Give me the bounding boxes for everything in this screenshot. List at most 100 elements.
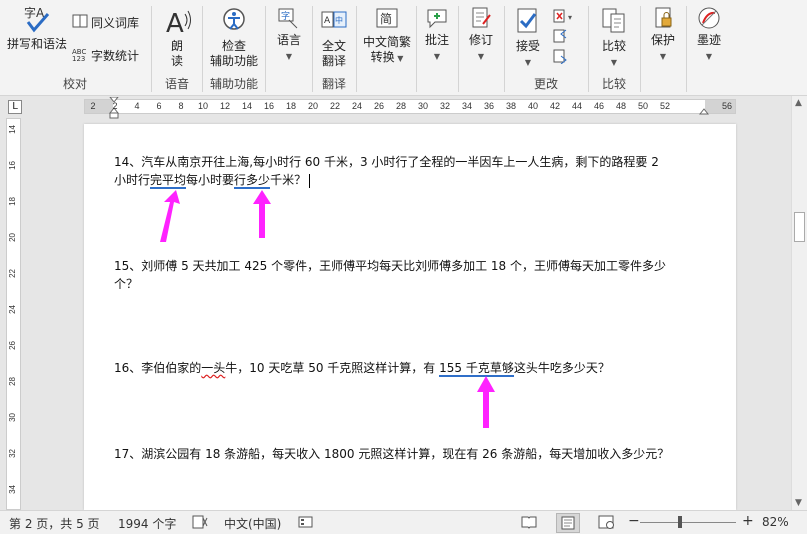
q16-line: 16、李伯伯家的一头牛，10 天吃草 50 千克照这样计算，有 155 千克草够… bbox=[114, 359, 714, 377]
horizontal-ruler[interactable]: 2 2 4 6 8 10 12 14 16 18 20 22 24 26 28 30 32 34 36 38 40 42 4… bbox=[84, 97, 736, 119]
scroll-thumb[interactable] bbox=[794, 212, 805, 242]
comment-button[interactable]: 批注 ▼ bbox=[419, 6, 455, 64]
proofing-status-icon[interactable] bbox=[192, 515, 208, 532]
ruler-row: L 2 2 4 6 8 10 12 14 16 18 20 22 24 26 28 30 32 34 36 38 40 4… bbox=[0, 96, 807, 119]
spelling-grammar-button[interactable]: 字A 拼写和语法 bbox=[4, 4, 70, 52]
chevron-down-icon: ▼ bbox=[433, 52, 441, 61]
web-layout-icon[interactable] bbox=[598, 515, 616, 532]
scroll-down-icon[interactable]: ▼ bbox=[795, 498, 802, 508]
svg-text:中: 中 bbox=[335, 15, 343, 25]
ruler-tick: 22 bbox=[329, 101, 341, 111]
ruler-tick: 46 bbox=[593, 101, 605, 111]
comment-icon bbox=[425, 6, 449, 30]
right-indent-marker-icon[interactable] bbox=[699, 107, 709, 115]
accessibility-group: 检查 辅助功能 辅助功能 bbox=[203, 0, 265, 96]
q14-line-2: 小时行完平均每小时要行多少千米？ bbox=[114, 171, 714, 189]
ruler-tick: 52 bbox=[659, 101, 671, 111]
chevron-down-icon: ▼ bbox=[394, 54, 404, 63]
vertical-scrollbar[interactable]: ▲ ▼ bbox=[791, 96, 807, 510]
chinese-conversion-icon: 简 bbox=[374, 6, 400, 32]
question-15[interactable]: 15、刘师傅 5 天共加工 425 个零件，王师傅平均每天比刘师傅多加工 18 … bbox=[114, 257, 714, 293]
read-mode-icon[interactable] bbox=[520, 515, 538, 532]
accessibility-icon bbox=[219, 6, 249, 36]
reject-button[interactable]: ▾ bbox=[553, 8, 579, 27]
language-button[interactable]: 字 语言 ▼ bbox=[268, 6, 310, 64]
language-label: 语言 bbox=[276, 33, 301, 47]
tab-selector[interactable]: L bbox=[8, 100, 22, 114]
svg-text:A: A bbox=[166, 9, 184, 36]
check-accessibility-button[interactable]: 检查 辅助功能 bbox=[205, 6, 263, 69]
track-changes-group: 修订 ▼ bbox=[459, 0, 503, 96]
lock-icon bbox=[651, 6, 675, 30]
compare-label: 比较 bbox=[601, 39, 626, 53]
vertical-ruler-tick: 14 bbox=[8, 125, 17, 134]
word-count-icon: ABC 123 bbox=[72, 46, 88, 66]
zoom-out-button[interactable]: − bbox=[628, 513, 640, 529]
language-icon: 字 bbox=[277, 6, 301, 30]
document-page[interactable]: 14、汽车从南京开往上海,每小时行 60 千米，3 小时行了全程的一半因车上一人… bbox=[84, 124, 736, 510]
read-label-1: 朗 bbox=[170, 39, 183, 53]
ribbon: 字A 拼写和语法 同义词库 ABC 123 字数统计 校对 A 朗 读 语音 检… bbox=[0, 0, 807, 96]
svg-text:简: 简 bbox=[380, 12, 392, 26]
grammar-flag-1[interactable]: 完平均 bbox=[150, 173, 187, 189]
q14-text-a: 小时行 bbox=[114, 173, 151, 187]
accept-label: 接受 bbox=[515, 39, 540, 53]
protect-label: 保护 bbox=[650, 33, 675, 47]
word-count[interactable]: 1994 个字 bbox=[118, 515, 176, 532]
translate-label-2: 翻译 bbox=[321, 54, 346, 68]
chevron-down-icon: ▼ bbox=[524, 58, 532, 67]
ink-label: 墨迹 bbox=[696, 33, 721, 47]
compare-group: 比较 ▼ 比较 bbox=[589, 0, 639, 96]
zoom-slider-track[interactable] bbox=[640, 522, 736, 523]
q14-line-1: 14、汽车从南京开往上海,每小时行 60 千米，3 小时行了全程的一半因车上一人… bbox=[114, 155, 659, 169]
thesaurus-icon bbox=[72, 14, 88, 32]
comments-group: 批注 ▼ bbox=[417, 0, 457, 96]
read-aloud-button[interactable]: A 朗 读 bbox=[158, 6, 196, 69]
question-16[interactable]: 16、李伯伯家的一头牛，10 天吃草 50 千克照这样计算，有 155 千克草够… bbox=[114, 359, 714, 377]
next-change-button[interactable] bbox=[553, 48, 569, 67]
vertical-ruler-tick: 32 bbox=[8, 449, 17, 458]
page-indicator[interactable]: 第 2 页，共 5 页 bbox=[9, 515, 100, 532]
vertical-ruler-tick: 26 bbox=[8, 341, 17, 350]
zoom-level[interactable]: 82% bbox=[762, 515, 789, 529]
speech-group-label: 语音 bbox=[164, 77, 189, 91]
q16-text-c: 牛，10 天吃草 50 千克照这样计算，有 bbox=[225, 361, 440, 375]
grammar-flag-2[interactable]: 行多少 bbox=[234, 173, 271, 189]
protect-button[interactable]: 保护 ▼ bbox=[643, 6, 683, 64]
q15-line-2: 个？ bbox=[114, 277, 139, 291]
ink-button[interactable]: 墨迹 ▼ bbox=[689, 6, 729, 64]
chinese-label-1: 中文简繁 bbox=[362, 35, 411, 49]
compare-group-label: 比较 bbox=[601, 77, 626, 91]
ruler-tick: 50 bbox=[637, 101, 649, 111]
compare-button[interactable]: 比较 ▼ bbox=[593, 6, 635, 70]
ink-group: 墨迹 ▼ bbox=[687, 0, 731, 96]
comment-label: 批注 bbox=[424, 33, 449, 47]
question-14[interactable]: 14、汽车从南京开往上海,每小时行 60 千米，3 小时行了全程的一半因车上一人… bbox=[114, 153, 714, 189]
print-layout-icon[interactable] bbox=[556, 513, 580, 533]
proofing-group: 字A 拼写和语法 同义词库 ABC 123 字数统计 校对 bbox=[0, 0, 150, 96]
chevron-down-icon: ▼ bbox=[659, 52, 667, 61]
accept-button[interactable]: 接受 ▼ bbox=[507, 6, 549, 70]
vertical-ruler[interactable]: 14 16 18 20 22 24 26 28 30 32 34 bbox=[6, 118, 21, 510]
zoom-slider-thumb[interactable] bbox=[678, 516, 682, 528]
previous-change-button[interactable] bbox=[553, 28, 569, 47]
track-changes-button[interactable]: 修订 ▼ bbox=[461, 6, 501, 64]
ruler-tick: 4 bbox=[134, 101, 140, 111]
word-count-button[interactable]: ABC 123 字数统计 bbox=[72, 46, 139, 66]
chinese-conversion-group: 简 中文简繁 转换 ▼ bbox=[357, 0, 415, 96]
question-17[interactable]: 17、湖滨公园有 18 条游船，每天收入 1800 元照这样计算，现在有 26 … bbox=[114, 445, 714, 463]
ruler-tick: 38 bbox=[505, 101, 517, 111]
macro-record-icon[interactable] bbox=[298, 515, 314, 532]
translate-document-button[interactable]: A中 全文 翻译 bbox=[315, 6, 353, 69]
spelling-flag[interactable]: 一头 bbox=[201, 361, 225, 375]
track-changes-icon bbox=[469, 6, 493, 30]
language-status[interactable]: 中文(中国) bbox=[224, 515, 281, 532]
chinese-conversion-button[interactable]: 简 中文简繁 转换 ▼ bbox=[359, 6, 415, 66]
zoom-in-button[interactable]: + bbox=[742, 513, 754, 529]
scroll-up-icon[interactable]: ▲ bbox=[795, 98, 802, 108]
translate-label-1: 全文 bbox=[321, 39, 346, 53]
changes-group: 接受 ▼ ▾ 更改 bbox=[505, 0, 587, 96]
thesaurus-button[interactable]: 同义词库 bbox=[72, 14, 139, 32]
ruler-tick: 28 bbox=[395, 101, 407, 111]
q16-text-e: 这头牛吃多少天？ bbox=[513, 361, 610, 375]
